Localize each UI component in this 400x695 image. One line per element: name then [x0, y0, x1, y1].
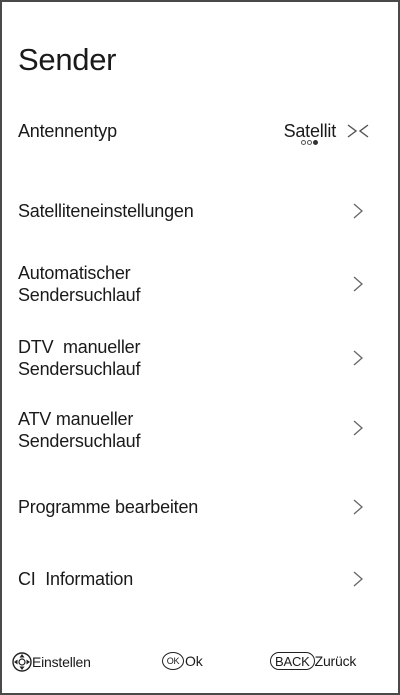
back-button-icon: BACK	[270, 652, 315, 670]
menu-item-label: Programme bearbeiten	[18, 497, 199, 517]
hint-adjust: Einstellen	[12, 652, 91, 672]
option-dot-active	[313, 140, 319, 145]
hint-back-label: Zurück	[314, 653, 357, 669]
footer-hints: Einstellen OK Ok BACK Zurück	[2, 652, 398, 676]
antenna-type-row[interactable]: Antennentyp Satellit	[18, 120, 382, 154]
menu-item-label: CI Information	[18, 569, 134, 589]
settings-panel: Sender Antennentyp Satellit Satellitenei…	[0, 0, 400, 695]
chevron-right-icon	[352, 499, 364, 515]
menu-item-label-line1: ATV manueller	[18, 409, 134, 429]
chevron-right-icon	[352, 276, 364, 292]
hint-back: BACK Zurück	[270, 652, 356, 670]
ok-button-icon: OK	[162, 652, 184, 670]
menu-item-auto-scan[interactable]: Automatischer Sendersuchlauf	[18, 262, 382, 306]
left-right-arrows-icon[interactable]	[346, 123, 370, 139]
menu-item-atv-manual-scan[interactable]: ATV manueller Sendersuchlauf	[18, 408, 382, 452]
menu-item-label-line2: Sendersuchlauf	[18, 431, 141, 451]
dpad-icon	[12, 652, 32, 672]
menu-item-satellite-settings[interactable]: Satelliteneinstellungen	[18, 200, 382, 222]
menu-item-ci-information[interactable]: CI Information	[18, 568, 382, 590]
menu-item-label: Satelliteneinstellungen	[18, 201, 194, 221]
menu-item-dtv-manual-scan[interactable]: DTV manueller Sendersuchlauf	[18, 336, 382, 380]
antenna-type-value: Satellit	[283, 121, 337, 141]
menu-item-label-line2: Sendersuchlauf	[18, 285, 141, 305]
hint-adjust-label: Einstellen	[32, 654, 91, 670]
menu-item-edit-programs[interactable]: Programme bearbeiten	[18, 496, 382, 518]
antenna-type-value-group: Satellit	[284, 120, 336, 145]
menu-item-label-line1: Automatischer	[18, 263, 131, 283]
chevron-right-icon	[352, 350, 364, 366]
menu-item-label-line2: Sendersuchlauf	[18, 359, 141, 379]
menu-item-label-line1: DTV manueller	[18, 337, 141, 357]
page-title: Sender	[18, 42, 117, 77]
hint-ok: OK Ok	[162, 652, 203, 670]
hint-ok-label: Ok	[185, 653, 203, 669]
chevron-right-icon	[352, 203, 364, 219]
chevron-right-icon	[352, 420, 364, 436]
chevron-right-icon	[352, 571, 364, 587]
option-dot	[307, 140, 313, 145]
option-dot	[301, 140, 307, 145]
